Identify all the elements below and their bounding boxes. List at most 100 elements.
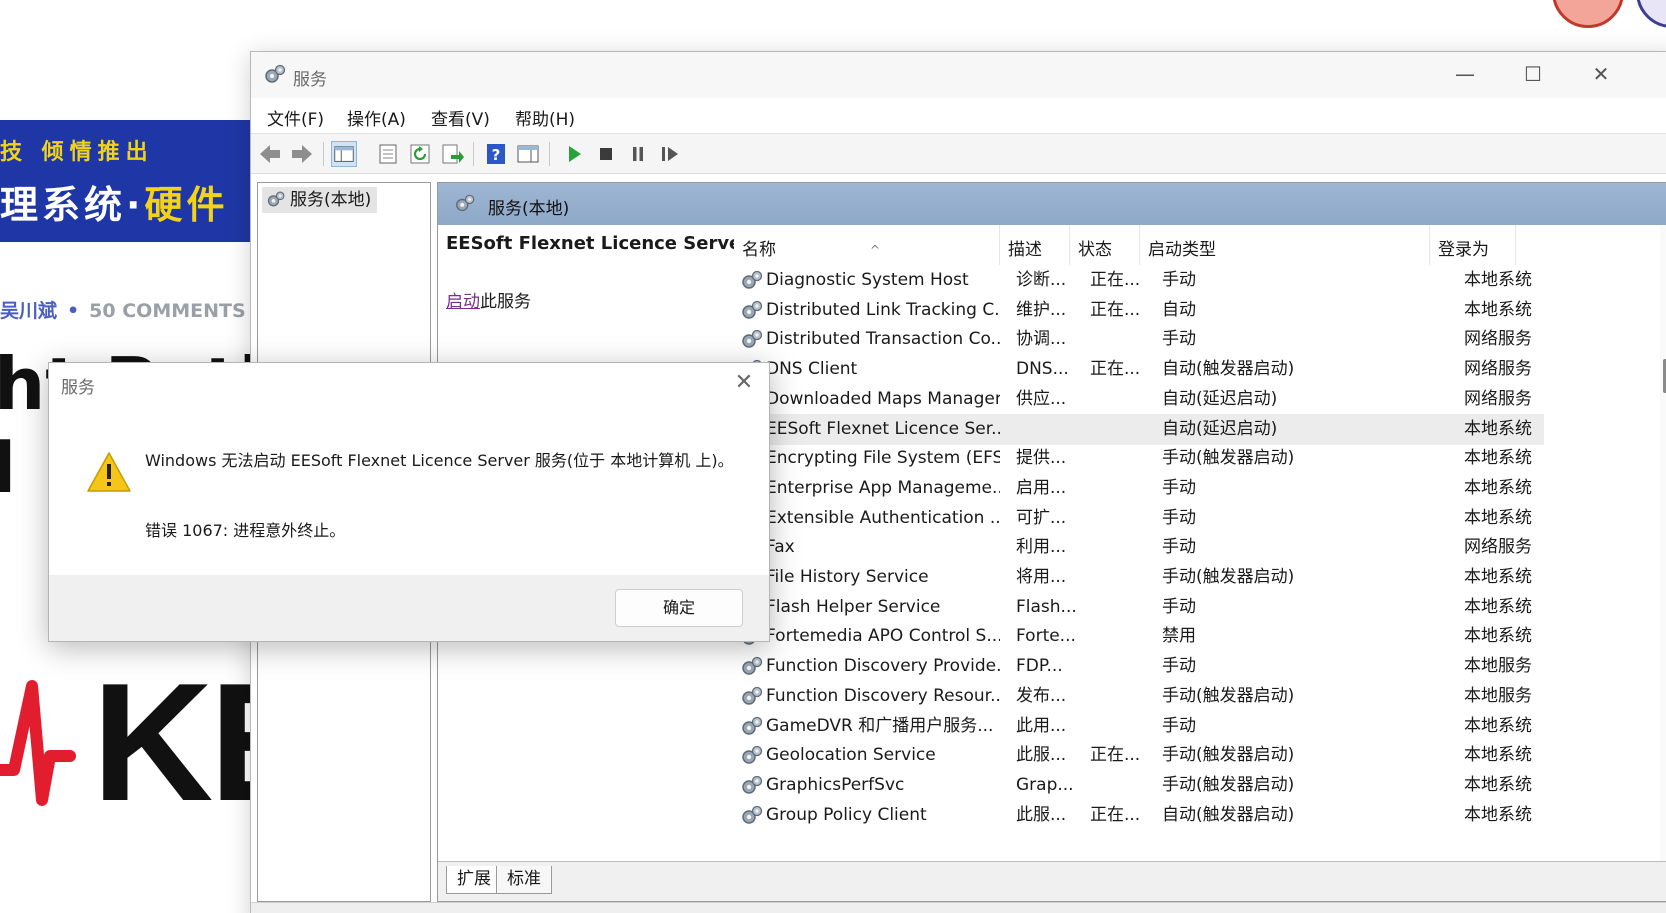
start-service-link[interactable]: 启动 (446, 292, 480, 312)
author-link[interactable]: 吴川斌 (0, 300, 57, 322)
service-description: 将用... (1016, 567, 1067, 587)
back-icon[interactable] (257, 141, 283, 167)
service-description: 此用... (1016, 715, 1067, 736)
maximize-button[interactable]: ☐ (1499, 52, 1567, 98)
service-description: 提供... (1016, 448, 1067, 469)
service-row[interactable]: EESoft Flexnet Licence Ser... 自动(延迟启动) 本地系… (734, 413, 1544, 445)
restart-service-icon[interactable] (657, 141, 683, 167)
vertical-scrollbar[interactable] (1660, 225, 1666, 861)
service-startup-type: 自动(触发器启动) (1162, 359, 1295, 380)
properties-icon[interactable] (375, 141, 401, 167)
service-row[interactable]: Enterprise App Manageme... 启用... 手动 本地系统 (734, 473, 1544, 504)
tab-standard[interactable]: 标准 (496, 866, 552, 894)
service-startup-type: 手动 (1162, 270, 1196, 290)
services-gear-icon (265, 64, 286, 83)
service-row[interactable]: File History Service 将用... 手动(触发器启动) 本地系统 (734, 562, 1544, 593)
service-row[interactable]: Function Discovery Provide... FDP... 手动 本地服… (734, 651, 1544, 682)
service-description: 发布... (1016, 685, 1067, 706)
services-gear-icon (267, 191, 285, 207)
user-avatar-red[interactable] (1552, 0, 1624, 28)
service-row[interactable]: Fortemedia APO Control S... Forte... 禁用 本地系… (734, 621, 1544, 652)
service-row[interactable]: Flash Helper Service Flash... 手动 本地系统 (734, 592, 1544, 623)
service-row[interactable]: Geolocation Service 此服... 正在... 手动(触发器启动) 本地… (734, 740, 1544, 771)
start-service-icon[interactable] (561, 141, 587, 167)
comments-link[interactable]: 50 COMMENTS (89, 300, 246, 322)
service-name: Downloaded Maps Manager (766, 388, 1000, 409)
column-header-logon-as[interactable]: 登录为 (1430, 225, 1516, 265)
user-avatar-blue[interactable] (1636, 0, 1666, 28)
promo-banner[interactable]: 技 倾情推出 理系统·硬件 (0, 120, 260, 242)
service-row[interactable]: Extensible Authentication ... 可扩... 手动 本地系统 (734, 503, 1544, 534)
service-startup-type: 禁用 (1162, 626, 1196, 647)
dialog-error-code: 错误 1067: 进程意外终止。 (145, 521, 346, 540)
service-startup-type: 手动 (1162, 656, 1196, 677)
menu-view[interactable]: 查看(V) (431, 105, 490, 130)
close-button[interactable]: ✕ (1567, 52, 1635, 98)
help-icon[interactable]: ? (483, 141, 509, 167)
column-header-name-label: 名称 (742, 240, 776, 260)
service-gear-icon (742, 330, 763, 349)
service-gear-icon (742, 746, 763, 764)
pane-header: 服务(本地) (438, 183, 1666, 225)
dialog-title: 服务 (61, 378, 95, 398)
service-row[interactable]: Function Discovery Resour... 发布... 手动(触发器启… (734, 681, 1544, 712)
service-row[interactable]: Group Policy Client 此服... 正在... 自动(触发器启动) 本地… (734, 800, 1544, 831)
export-list-icon[interactable] (439, 141, 465, 167)
show-hide-console-tree-icon[interactable] (331, 141, 357, 167)
service-gear-icon (742, 656, 763, 675)
pause-service-icon[interactable] (625, 141, 651, 167)
services-gear-icon (456, 194, 475, 212)
service-logon-as: 本地系统 (1464, 270, 1532, 290)
service-logon-as: 本地系统 (1464, 448, 1532, 469)
service-row[interactable]: Encrypting File System (EFS) 提供... 手动(触发器启… (734, 443, 1544, 474)
service-status (1090, 711, 1158, 742)
service-logon-as: 本地系统 (1464, 567, 1532, 587)
service-row[interactable]: GraphicsPerfSvc Grap... 手动(触发器启动) 本地系统 (734, 770, 1544, 801)
services-list: 名称 ^ 描述 状态 启动类型 登录为 Diagnostic System Hos… (734, 225, 1666, 861)
ok-button[interactable]: 确定 (615, 589, 743, 627)
service-startup-type: 自动(延迟启动) (1162, 388, 1278, 409)
forward-icon[interactable] (289, 141, 315, 167)
service-row[interactable]: GameDVR 和广播用户服务... 此用... 手动 本地系统 (734, 711, 1544, 742)
column-header-description[interactable]: 描述 (1000, 225, 1070, 265)
tree-node-services-local[interactable]: 服务(本地) (262, 187, 378, 213)
service-startup-type: 自动(延迟启动) (1162, 418, 1278, 439)
menu-action[interactable]: 操作(A) (347, 105, 406, 130)
stop-service-icon[interactable] (593, 141, 619, 167)
article-meta: 吴川斌 • 50 COMMENTS (0, 296, 246, 323)
status-bar (251, 902, 1666, 913)
tab-extended[interactable]: 扩展 (446, 866, 502, 894)
service-startup-type: 手动 (1162, 507, 1196, 528)
refresh-icon[interactable] (407, 141, 433, 167)
action-pane-icon[interactable] (515, 141, 541, 167)
window-title: 服务 (293, 70, 327, 90)
column-header-name[interactable]: 名称 ^ (734, 225, 1000, 265)
service-row[interactable]: Fax 利用... 手动 网络服务 (734, 532, 1544, 563)
service-row[interactable]: DNS Client DNS... 正在... 自动(触发器启动) 网络服务 (734, 354, 1544, 385)
service-description: 供应... (1016, 388, 1067, 409)
minimize-button[interactable]: — (1431, 52, 1499, 98)
service-row[interactable]: Distributed Link Tracking C... 维护... 正在...… (734, 295, 1544, 326)
banner-line-2: 理系统·硬件 (0, 174, 228, 229)
service-status (1090, 592, 1158, 623)
service-logon-as: 网络服务 (1464, 329, 1532, 350)
service-row[interactable]: Downloaded Maps Manager 供应... 自动(延迟启动) 网络服务 (734, 384, 1544, 415)
column-header-status[interactable]: 状态 (1070, 225, 1140, 265)
toolbar: ? (251, 134, 1666, 174)
column-header-startup-type[interactable]: 启动类型 (1140, 225, 1430, 265)
service-row[interactable]: Diagnostic System Host 诊断... 正在... 手动 本地系统 (734, 265, 1544, 296)
start-service-suffix: 此服务 (480, 292, 531, 312)
window-titlebar[interactable]: 服务 — ☐ ✕ (251, 52, 1666, 98)
service-description: 可扩... (1016, 507, 1067, 528)
service-status: 正在... (1090, 804, 1141, 825)
service-logon-as: 网络服务 (1464, 537, 1532, 558)
toolbar-separator (323, 142, 324, 166)
service-row[interactable]: Distributed Transaction Co... 协调... 手动 网络服务 (734, 324, 1544, 355)
service-status (1090, 621, 1158, 652)
service-description: FDP... (1016, 656, 1063, 677)
service-action: 启动此服务 (446, 287, 531, 312)
service-status (1090, 503, 1158, 534)
menu-file[interactable]: 文件(F) (267, 105, 324, 130)
dialog-close-button[interactable]: ✕ (719, 363, 769, 403)
menu-help[interactable]: 帮助(H) (515, 105, 575, 130)
